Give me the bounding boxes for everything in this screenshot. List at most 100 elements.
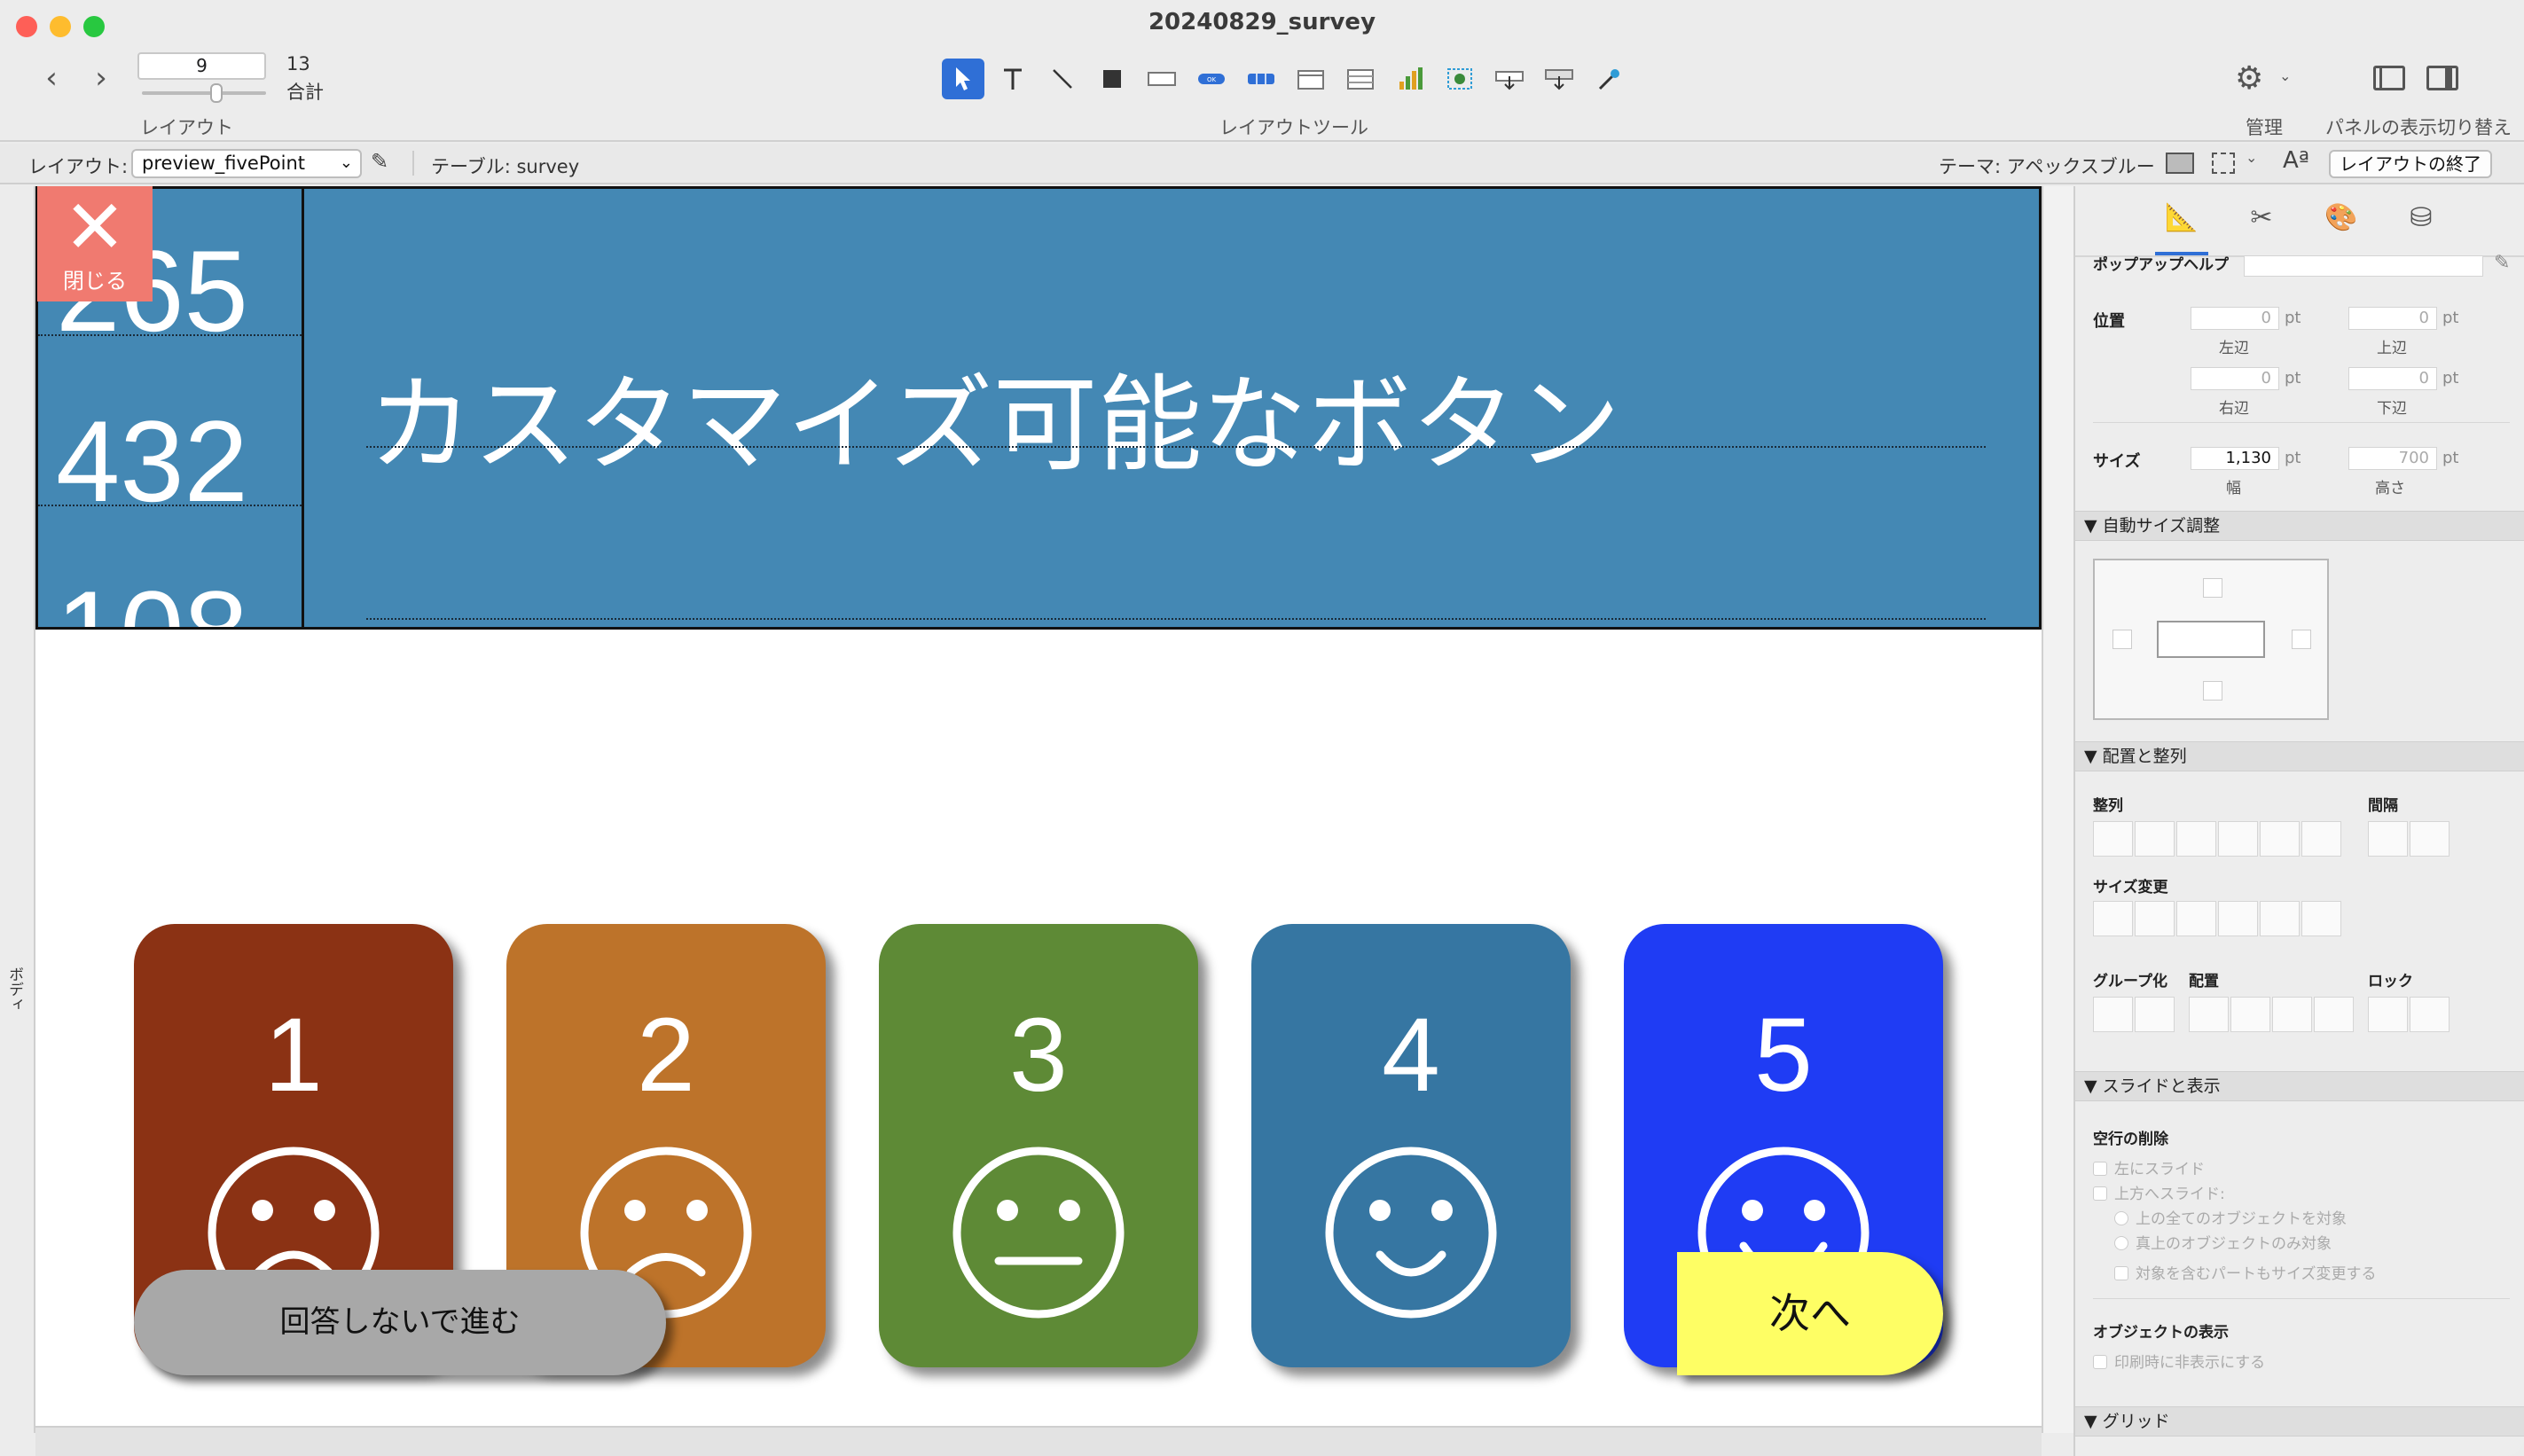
unit-label: pt (2442, 369, 2459, 387)
next-layout-button[interactable]: › (83, 60, 119, 96)
height-label: 高さ (2375, 480, 2405, 497)
spacing-buttons[interactable] (2368, 821, 2450, 857)
line-tool-icon[interactable] (1041, 59, 1084, 99)
slide-left-checkbox[interactable]: 左にスライド (2093, 1156, 2205, 1178)
lock-buttons[interactable] (2368, 997, 2450, 1032)
chevron-down-icon[interactable]: ⌄ (2279, 67, 2291, 84)
autosize-section-header[interactable]: ▼ 自動サイズ調整 (2075, 511, 2524, 541)
close-label: 閉じる (63, 269, 127, 294)
anchor-object (2157, 621, 2265, 658)
chevron-down-icon[interactable]: ⌄ (2246, 149, 2257, 166)
total-label: 合計 (286, 82, 324, 103)
grid-section-header[interactable]: ▼ グリッド (2075, 1406, 2524, 1436)
chart-tool-icon[interactable] (1389, 59, 1431, 99)
top-label: 上辺 (2377, 340, 2407, 357)
select-tool-icon[interactable] (942, 59, 984, 99)
manage-label: 管理 (2246, 117, 2283, 138)
arrange-section-header[interactable]: ▼ 配置と整列 (2075, 741, 2524, 771)
text-tool-icon[interactable] (992, 59, 1034, 99)
right-position-field[interactable]: 0 (2191, 367, 2279, 390)
insert-field-label-tool-icon[interactable] (1538, 59, 1580, 99)
rating-number: 1 (264, 997, 323, 1114)
left-panel-toggle-icon[interactable] (2373, 66, 2405, 90)
rating-button-3[interactable]: 3 (879, 924, 1198, 1367)
table-label: テーブル: survey (431, 156, 580, 177)
headline-text[interactable]: カスタマイズ可能なボタン (368, 340, 1620, 491)
anchor-bottom-lock-icon[interactable] (2203, 681, 2222, 701)
font-size-icon[interactable]: Aª (2283, 147, 2309, 174)
bottom-position-field[interactable]: 0 (2348, 367, 2437, 390)
unit-label: pt (2285, 369, 2301, 387)
layout-status-bar: レイアウト: preview_fivePoint ⌄ ✎ テーブル: survey… (0, 144, 2524, 184)
layout-tools-label: レイアウトツール (1219, 117, 1368, 138)
header-panel: 265 432 108 カスタマイズ可能なボタン (35, 186, 2042, 630)
chevron-down-icon: ⌄ (339, 153, 353, 172)
previous-layout-button[interactable]: ‹ (34, 60, 69, 96)
pencil-icon[interactable]: ✎ (2494, 252, 2510, 274)
inspector-tabs: 📐 ✂ 🎨 ⛁ (2075, 186, 2524, 257)
align-buttons[interactable] (2093, 821, 2341, 857)
layout-area-icon[interactable] (2212, 153, 2235, 174)
resize-part-label: 対象を含むパートもサイズ変更する (2136, 1265, 2377, 1283)
anchor-left-lock-icon[interactable] (2112, 630, 2132, 649)
format-painter-icon[interactable] (1587, 59, 1630, 99)
left-position-field[interactable]: 0 (2191, 307, 2279, 330)
gear-icon[interactable]: ⚙ (2235, 60, 2263, 97)
hide-print-checkbox[interactable]: 印刷時に非表示にする (2093, 1350, 2265, 1372)
rating-button-4[interactable]: 4 (1251, 924, 1571, 1367)
field-tool-icon[interactable] (1141, 59, 1183, 99)
button-tool-icon[interactable]: OK (1190, 59, 1233, 99)
width-label: 幅 (2226, 480, 2241, 497)
total-count: 13 (286, 53, 310, 74)
height-field[interactable]: 700 (2348, 447, 2437, 470)
layout-select[interactable]: preview_fivePoint ⌄ (131, 149, 362, 178)
slide-section-header[interactable]: ▼ スライドと表示 (2075, 1071, 2524, 1101)
tab-control-tool-icon[interactable] (1289, 59, 1332, 99)
divider (2093, 422, 2510, 423)
layout-slider-knob[interactable] (210, 83, 223, 103)
theme-label: テーマ: アペックスブルー (1939, 156, 2155, 177)
slide-up-checkbox[interactable]: 上方へスライド: (2093, 1181, 2225, 1203)
layout-number-field[interactable]: 9 (137, 52, 266, 80)
neutral-face-icon (952, 1147, 1125, 1319)
anchor-right-lock-icon[interactable] (2292, 630, 2311, 649)
button-bar-tool-icon[interactable] (1240, 59, 1282, 99)
svg-text:OK: OK (1207, 76, 1217, 83)
horizontal-scrollbar[interactable] (35, 1426, 2042, 1456)
direct-objects-radio[interactable]: 真上のオブジェクトのみ対象 (2114, 1231, 2332, 1253)
popup-help-field[interactable] (2244, 255, 2483, 277)
vertical-scrollbar[interactable] (2042, 186, 2073, 1433)
right-panel-toggle-icon[interactable] (2426, 66, 2458, 90)
portal-number: 108 (56, 565, 248, 627)
anchor-top-lock-icon[interactable] (2203, 578, 2222, 598)
theme-icon[interactable] (2166, 153, 2194, 174)
web-viewer-tool-icon[interactable] (1438, 59, 1481, 99)
ruler-icon[interactable]: 📐 (2164, 202, 2199, 238)
all-objects-label: 上の全てのオブジェクトを対象 (2136, 1210, 2347, 1228)
database-icon[interactable]: ⛁ (2403, 202, 2439, 238)
pencil-icon[interactable]: ✎ (371, 149, 388, 174)
top-position-field[interactable]: 0 (2348, 307, 2437, 330)
layout-slider[interactable] (142, 91, 266, 95)
arrange-buttons[interactable] (2189, 997, 2354, 1032)
tools-icon[interactable]: ✂ (2244, 202, 2279, 238)
layout-prefix-label: レイアウト: (28, 156, 129, 177)
rating-number: 5 (1754, 997, 1813, 1114)
resize-buttons[interactable] (2093, 901, 2341, 936)
end-layout-button[interactable]: レイアウトの終了 (2329, 150, 2492, 178)
rating-number: 4 (1382, 997, 1440, 1114)
skip-button[interactable]: 回答しないで進む (134, 1270, 666, 1375)
body-part-label: ボディ (5, 967, 23, 1012)
insert-field-tool-icon[interactable] (1488, 59, 1531, 99)
width-field[interactable]: 1,130 (2191, 447, 2279, 470)
next-button[interactable]: 次へ (1677, 1252, 1943, 1375)
palette-icon[interactable]: 🎨 (2324, 202, 2359, 238)
all-objects-radio[interactable]: 上の全てのオブジェクトを対象 (2114, 1206, 2347, 1228)
field-baseline (366, 618, 1986, 620)
portal-tool-icon[interactable] (1339, 59, 1382, 99)
layout-label: レイアウト (140, 117, 233, 138)
resize-part-checkbox[interactable]: 対象を含むパートもサイズ変更する (2114, 1261, 2377, 1283)
shape-tool-icon[interactable] (1091, 59, 1133, 99)
group-buttons[interactable] (2093, 997, 2175, 1032)
close-button[interactable]: ✕ 閉じる (37, 186, 153, 301)
